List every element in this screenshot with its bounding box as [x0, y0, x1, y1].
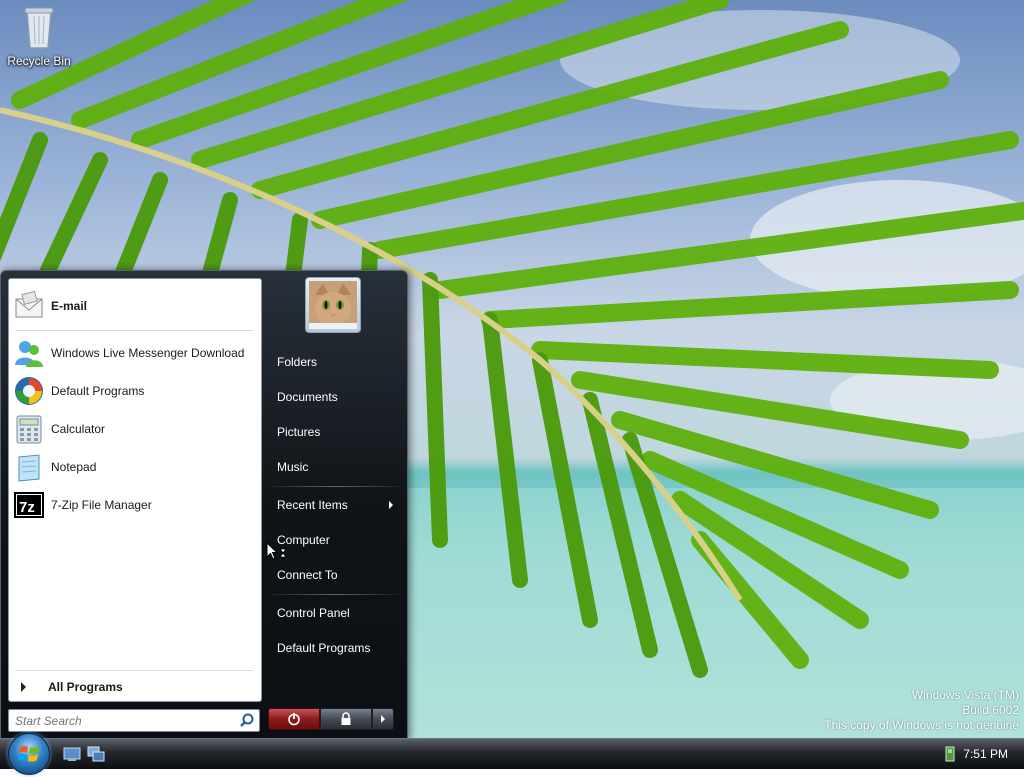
search-icon[interactable]	[238, 712, 256, 730]
recycle-bin[interactable]: Recycle Bin	[4, 2, 74, 68]
program-item-default-programs[interactable]: Default Programs	[13, 373, 257, 409]
menu-item-label: Documents	[277, 390, 338, 404]
lock-button[interactable]	[320, 708, 372, 730]
svg-text:7z: 7z	[19, 499, 35, 516]
start-search-box[interactable]	[8, 709, 260, 732]
switch-windows-icon[interactable]	[87, 746, 105, 762]
lock-icon	[341, 712, 351, 725]
menu-item-label: Music	[277, 460, 309, 474]
menu-item-default-programs[interactable]: Default Programs	[269, 633, 399, 663]
program-item-notepad[interactable]: Notepad	[13, 449, 257, 485]
menu-item-label: Control Panel	[277, 606, 350, 620]
network-icon[interactable]	[945, 746, 955, 762]
cat-avatar-icon	[309, 281, 357, 329]
shutdown-options-button[interactable]	[372, 708, 394, 730]
genuine-watermark: Windows Vista (TM) Build 6002 This copy …	[824, 688, 1019, 733]
start-menu: E-mail Windows Live Messenger Download D…	[0, 270, 408, 740]
power-icon	[288, 713, 300, 726]
all-programs-label: All Programs	[48, 680, 123, 694]
program-item-messenger[interactable]: Windows Live Messenger Download	[13, 335, 257, 371]
7zip-icon: 7z	[13, 489, 45, 521]
email-icon	[13, 290, 45, 322]
menu-item-label: Folders	[277, 355, 318, 369]
menu-separator	[271, 486, 399, 487]
clock[interactable]: 7:51 PM	[963, 747, 1008, 761]
user-picture[interactable]	[305, 277, 361, 333]
all-programs-button[interactable]: All Programs	[13, 675, 257, 699]
program-item-label: E-mail	[51, 299, 88, 313]
program-item-label: Default Programs	[51, 384, 145, 398]
mouse-cursor-icon	[266, 542, 287, 560]
programs-pane: E-mail Windows Live Messenger Download D…	[8, 278, 262, 702]
pinned-separator	[15, 330, 253, 331]
menu-item-label: Default Programs	[277, 641, 371, 655]
menu-separator	[271, 594, 399, 595]
search-input[interactable]	[9, 711, 238, 730]
menu-item-label: Recent Items	[277, 498, 348, 512]
all-programs-separator	[15, 670, 253, 671]
menu-item-label: Pictures	[277, 425, 321, 439]
default-programs-icon	[13, 375, 45, 407]
menu-item-connect-to[interactable]: Connect To	[269, 560, 399, 590]
watermark-line-1: Windows Vista (TM)	[911, 688, 1019, 702]
program-item-label: Calculator	[51, 422, 106, 436]
chevron-right-icon	[381, 715, 385, 723]
program-item-calculator[interactable]: Calculator	[13, 411, 257, 447]
watermark-line-2: Build 6002	[962, 703, 1019, 717]
program-item-label: 7-Zip File Manager	[51, 498, 152, 512]
submenu-arrow-icon	[389, 501, 393, 509]
program-item-7zip[interactable]: 7z 7-Zip File Manager	[13, 487, 257, 523]
program-item-email[interactable]: E-mail	[13, 288, 257, 324]
calculator-icon	[13, 413, 45, 445]
power-controls	[268, 708, 394, 730]
menu-item-pictures[interactable]: Pictures	[269, 417, 399, 447]
system-tray: 7:51 PM	[945, 739, 1024, 769]
recycle-bin-icon	[19, 2, 59, 52]
windows-logo-icon	[18, 745, 39, 762]
menu-item-folders[interactable]: Folders	[269, 347, 399, 377]
notepad-icon	[13, 451, 45, 483]
show-desktop-icon[interactable]	[63, 746, 81, 762]
menu-item-label: Connect To	[277, 568, 338, 582]
chevron-right-icon	[21, 682, 26, 692]
watermark-line-3: This copy of Windows is not genuine	[824, 718, 1019, 732]
power-button[interactable]	[268, 708, 320, 730]
menu-item-control-panel[interactable]: Control Panel	[269, 598, 399, 628]
program-item-label: Windows Live Messenger Download	[51, 346, 245, 360]
taskbar: 7:51 PM	[0, 733, 1024, 775]
menu-item-documents[interactable]: Documents	[269, 382, 399, 412]
program-item-label: Notepad	[51, 460, 97, 474]
menu-item-recent-items[interactable]: Recent Items	[269, 490, 399, 520]
recycle-bin-label: Recycle Bin	[7, 54, 71, 68]
messenger-icon	[13, 337, 45, 369]
menu-item-music[interactable]: Music	[269, 452, 399, 482]
start-button[interactable]	[8, 733, 50, 775]
